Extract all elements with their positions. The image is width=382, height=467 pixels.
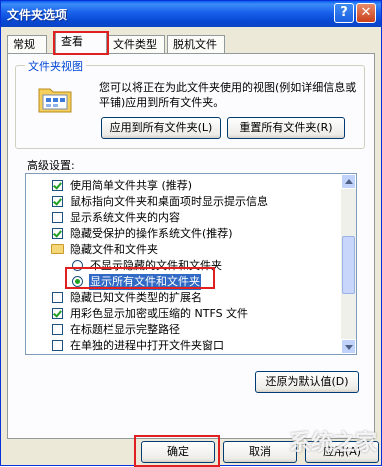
folder-options-dialog: 文件夹选项 ? ✕ 常规 查看 文件类型 脱机文件 文件夹视图 您可以将正在为此… (0, 0, 382, 467)
scroll-down-arrow-icon[interactable] (341, 339, 356, 354)
watermark: 系统之家 (289, 431, 378, 456)
list-item-label: 隐藏已知文件类型的扩展名 (70, 291, 202, 304)
list-item[interactable]: 隐藏受保护的操作系统文件(推荐) (26, 226, 342, 242)
ok-button[interactable]: 确定 (141, 441, 215, 463)
apply-to-all-folders-button[interactable]: 应用到所有文件夹(L) (101, 117, 221, 139)
radio-button[interactable] (72, 260, 83, 271)
vertical-scrollbar[interactable] (341, 174, 356, 354)
list-item[interactable]: 鼠标指向文件夹和桌面项时显示提示信息 (26, 194, 342, 210)
window-title: 文件夹选项 (7, 8, 68, 22)
list-item-label: 在标题栏显示完整路径 (70, 323, 180, 336)
tab-offline-files[interactable]: 脱机文件 (167, 35, 225, 53)
list-item[interactable]: 不显示隐藏的文件和文件夹 (26, 258, 342, 274)
reset-all-folders-button[interactable]: 重置所有文件夹(R) (227, 117, 345, 139)
list-item-label: 不显示隐藏的文件和文件夹 (90, 259, 222, 272)
advanced-settings-list[interactable]: 使用简单文件共享 (推荐) 鼠标指向文件夹和桌面项时显示提示信息 显示系统文件夹… (25, 173, 357, 355)
checkbox[interactable] (52, 196, 63, 207)
checkbox[interactable] (52, 228, 63, 239)
folder-icon (51, 244, 64, 254)
folder-view-icon (38, 88, 72, 113)
restore-defaults-button[interactable]: 还原为默认值(D) (255, 371, 359, 393)
list-item: 隐藏文件和文件夹 (26, 242, 342, 258)
scroll-thumb[interactable] (342, 236, 355, 294)
advanced-settings-label: 高级设置: (27, 159, 75, 172)
title-bar[interactable]: 文件夹选项 ? ✕ (1, 1, 381, 27)
folder-view-title: 文件夹视图 (25, 58, 86, 74)
list-item-label: 隐藏受保护的操作系统文件(推荐) (70, 227, 233, 240)
list-item[interactable]: 显示所有文件和文件夹 (26, 274, 342, 290)
tab-view[interactable]: 查看 (55, 31, 107, 54)
list-item-label: 在单独的进程中打开文件夹窗口 (70, 339, 224, 352)
list-item[interactable]: 在标题栏显示完整路径 (26, 322, 342, 338)
cancel-button[interactable]: 取消 (223, 441, 297, 463)
checkbox[interactable] (52, 324, 63, 335)
list-item-label: 显示系统文件夹的内容 (70, 211, 180, 224)
tab-file-types[interactable]: 文件类型 (107, 35, 165, 53)
checkbox[interactable] (52, 340, 63, 351)
close-button[interactable]: ✕ (356, 3, 376, 23)
list-item-label: 使用简单文件共享 (推荐) (70, 179, 193, 192)
list-item[interactable]: 用彩色显示加密或压缩的 NTFS 文件 (26, 306, 342, 322)
checkbox[interactable] (52, 180, 63, 191)
folder-view-description: 您可以将正在为此文件夹使用的视图(例如详细信息或平铺)应用到所有文件夹。 (99, 81, 357, 109)
list-item-label: 用彩色显示加密或压缩的 NTFS 文件 (70, 307, 249, 320)
checkbox[interactable] (52, 308, 63, 319)
list-item[interactable]: 使用简单文件共享 (推荐) (26, 178, 342, 194)
tab-general[interactable]: 常规 (7, 35, 47, 53)
checkbox[interactable] (52, 212, 63, 223)
checkbox[interactable] (52, 292, 63, 303)
list-item[interactable]: 在单独的进程中打开文件夹窗口 (26, 338, 342, 354)
list-item-label: 显示所有文件和文件夹 (89, 274, 201, 290)
help-button[interactable]: ? (334, 3, 354, 23)
list-item-label: 鼠标指向文件夹和桌面项时显示提示信息 (70, 195, 268, 208)
list-item[interactable]: 显示系统文件夹的内容 (26, 210, 342, 226)
radio-button[interactable] (72, 276, 83, 287)
list-item-label: 隐藏文件和文件夹 (70, 243, 158, 256)
list-item[interactable]: 隐藏已知文件类型的扩展名 (26, 290, 342, 306)
scroll-up-arrow-icon[interactable] (341, 174, 356, 189)
